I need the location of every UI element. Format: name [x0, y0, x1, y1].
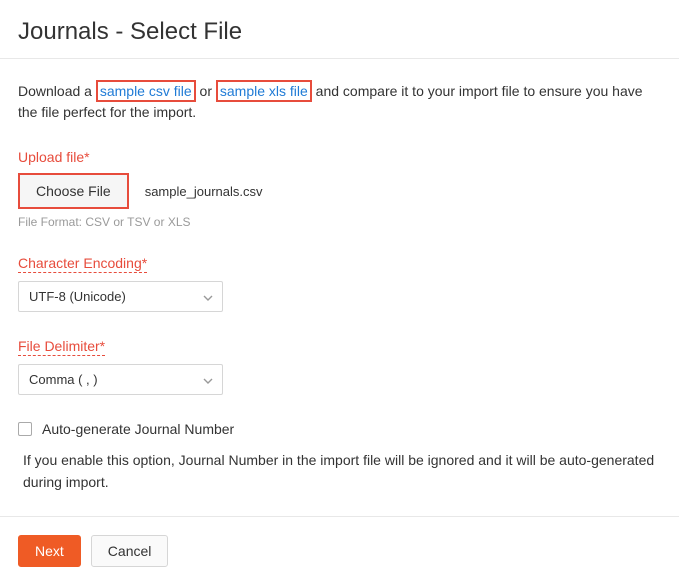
encoding-select[interactable]: UTF-8 (Unicode): [18, 281, 223, 312]
footer-actions: Next Cancel: [0, 517, 679, 585]
delimiter-select[interactable]: Comma ( , ): [18, 364, 223, 395]
encoding-label: Character Encoding*: [18, 255, 147, 273]
upload-file-label: Upload file*: [18, 149, 90, 165]
autogen-helper: If you enable this option, Journal Numbe…: [18, 449, 661, 494]
page-title: Journals - Select File: [0, 0, 679, 58]
cancel-button[interactable]: Cancel: [91, 535, 169, 567]
choose-file-row: Choose File sample_journals.csv: [18, 173, 661, 209]
choose-file-button[interactable]: Choose File: [18, 173, 129, 209]
next-button[interactable]: Next: [18, 535, 81, 567]
file-format-hint: File Format: CSV or TSV or XLS: [18, 215, 661, 229]
encoding-value: UTF-8 (Unicode): [29, 289, 126, 304]
intro-text: Download a sample csv file or sample xls…: [18, 81, 661, 123]
autogen-checkbox[interactable]: [18, 422, 32, 436]
delimiter-select-wrap: Comma ( , ): [18, 364, 223, 395]
encoding-select-wrap: UTF-8 (Unicode): [18, 281, 223, 312]
delimiter-value: Comma ( , ): [29, 372, 98, 387]
sample-csv-link[interactable]: sample csv file: [96, 80, 196, 102]
delimiter-group: File Delimiter* Comma ( , ): [18, 338, 661, 395]
intro-prefix: Download a: [18, 83, 96, 99]
encoding-group: Character Encoding* UTF-8 (Unicode): [18, 255, 661, 312]
sample-xls-link[interactable]: sample xls file: [216, 80, 312, 102]
intro-mid: or: [196, 83, 216, 99]
selected-filename: sample_journals.csv: [145, 184, 263, 199]
delimiter-label: File Delimiter*: [18, 338, 105, 356]
autogen-checkbox-row: Auto-generate Journal Number: [18, 421, 661, 437]
upload-file-group: Upload file* Choose File sample_journals…: [18, 149, 661, 229]
content-area: Download a sample csv file or sample xls…: [0, 59, 679, 494]
autogen-label: Auto-generate Journal Number: [42, 421, 234, 437]
